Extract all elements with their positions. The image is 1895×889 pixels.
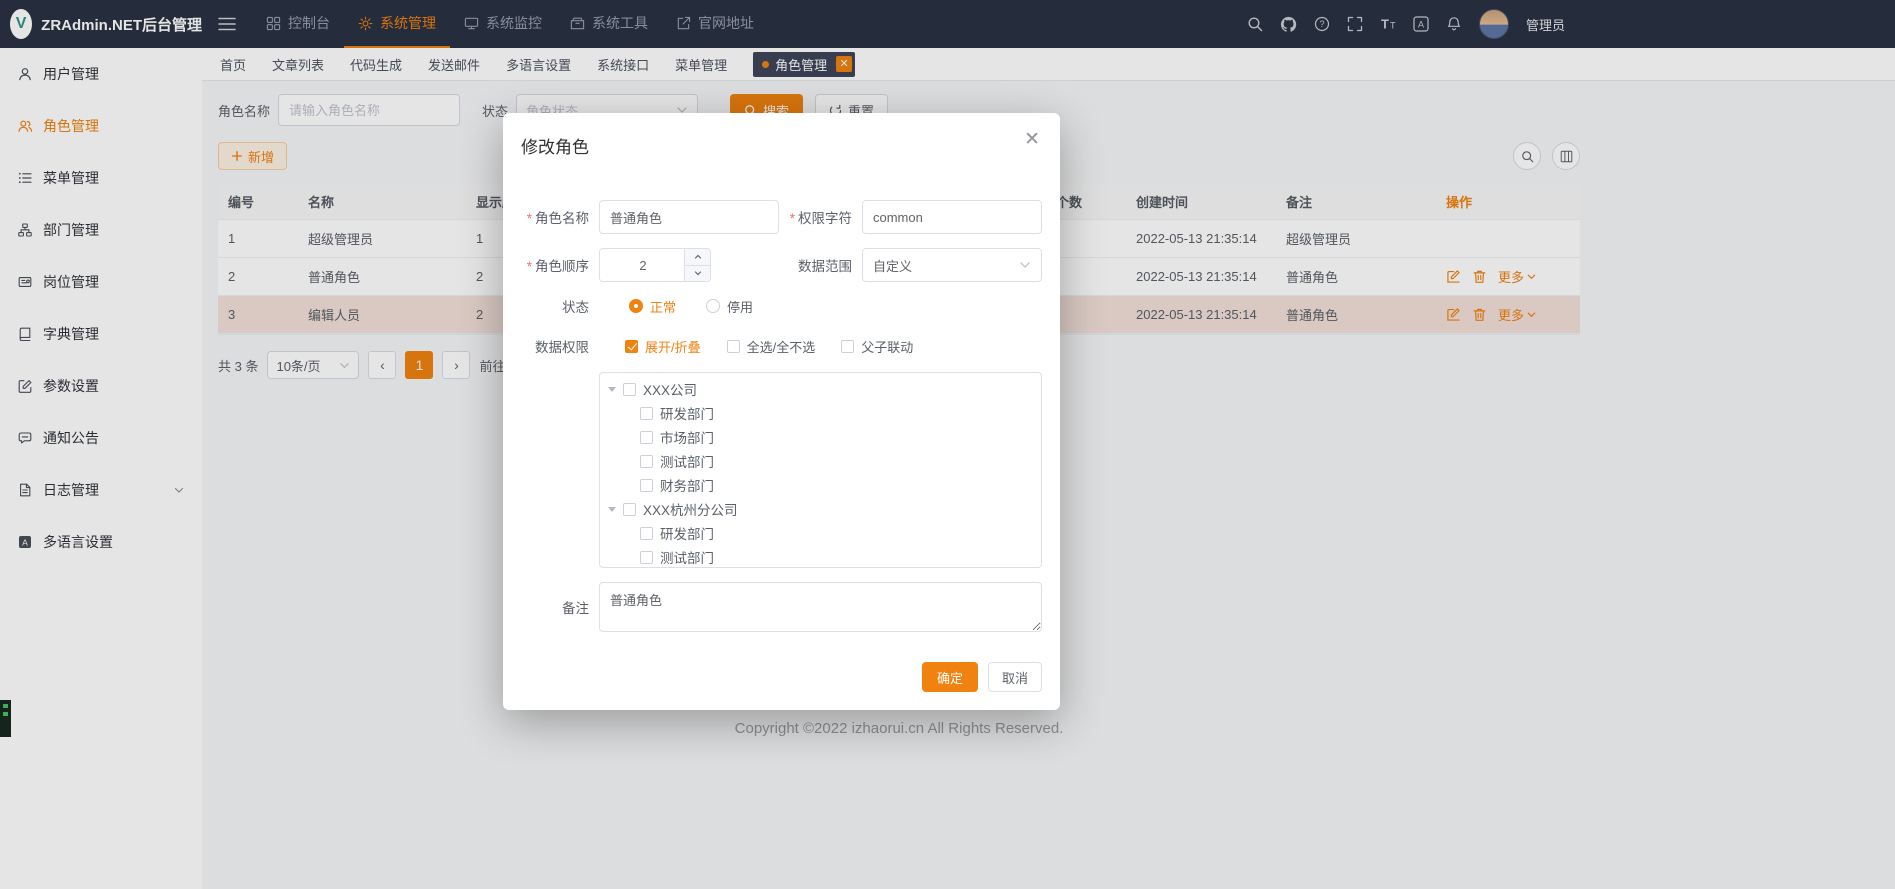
status-radio-normal[interactable]: 正常 xyxy=(629,297,676,316)
checkbox-icon[interactable] xyxy=(623,503,636,516)
checkbox-icon xyxy=(841,340,854,353)
perm-char-field[interactable] xyxy=(862,200,1042,234)
remark-textarea[interactable]: 普通角色 xyxy=(599,582,1042,632)
status-radio-disabled[interactable]: 停用 xyxy=(706,297,753,316)
checkbox-icon[interactable] xyxy=(640,551,653,564)
role-order-stepper[interactable] xyxy=(599,248,711,282)
checkbox-icon[interactable] xyxy=(640,479,653,492)
role-order-label: 角色顺序 xyxy=(521,255,589,275)
decrement-icon[interactable] xyxy=(685,266,710,282)
tree-node[interactable]: 测试部门 xyxy=(600,449,1041,473)
chevron-down-icon xyxy=(1019,259,1031,271)
increment-icon[interactable] xyxy=(685,249,710,266)
select-all-checkbox[interactable]: 全选/全不选 xyxy=(727,337,816,356)
status-label: 状态 xyxy=(521,296,589,316)
role-name-field[interactable] xyxy=(599,200,779,234)
data-scope-select[interactable]: 自定义 xyxy=(862,248,1042,282)
checkbox-icon xyxy=(727,340,740,353)
close-icon[interactable]: ✕ xyxy=(1024,130,1040,149)
checkbox-icon[interactable] xyxy=(640,455,653,468)
remark-label: 备注 xyxy=(521,597,589,617)
radio-icon xyxy=(629,299,643,313)
tree-node[interactable]: 测试部门 xyxy=(600,545,1041,568)
tree-node[interactable]: 研发部门 xyxy=(600,401,1041,425)
tree-node[interactable]: XXX公司 xyxy=(600,377,1041,401)
role-order-input[interactable] xyxy=(600,249,686,281)
parent-child-link-checkbox[interactable]: 父子联动 xyxy=(841,337,913,356)
dialog-title: 修改角色 xyxy=(521,133,1042,158)
checkbox-icon[interactable] xyxy=(623,383,636,396)
data-perm-label: 数据权限 xyxy=(521,336,589,356)
edit-role-dialog: 修改角色 ✕ 角色名称 权限字符 角色顺序 数据范围 自定义 xyxy=(503,113,1060,710)
tree-node[interactable]: XXX杭州分公司 xyxy=(600,497,1041,521)
checkbox-icon[interactable] xyxy=(640,527,653,540)
tree-node[interactable]: 研发部门 xyxy=(600,521,1041,545)
expand-collapse-checkbox[interactable]: 展开/折叠 xyxy=(625,337,701,356)
tree-node[interactable]: 市场部门 xyxy=(600,425,1041,449)
checkbox-icon[interactable] xyxy=(640,431,653,444)
caret-down-icon[interactable] xyxy=(608,387,616,392)
radio-icon xyxy=(706,299,720,313)
role-name-label: 角色名称 xyxy=(521,207,589,227)
data-scope-label: 数据范围 xyxy=(788,255,852,275)
tree-node[interactable]: 财务部门 xyxy=(600,473,1041,497)
caret-down-icon[interactable] xyxy=(608,507,616,512)
permission-tree: XXX公司 研发部门 市场部门 测试部门 财务部门 XXX杭州分公司 xyxy=(599,372,1042,568)
cancel-button[interactable]: 取消 xyxy=(988,662,1042,692)
checkbox-icon[interactable] xyxy=(640,407,653,420)
confirm-button[interactable]: 确定 xyxy=(922,662,978,692)
corner-widget xyxy=(0,700,11,737)
checkbox-icon xyxy=(625,340,638,353)
perm-char-label: 权限字符 xyxy=(788,207,852,227)
